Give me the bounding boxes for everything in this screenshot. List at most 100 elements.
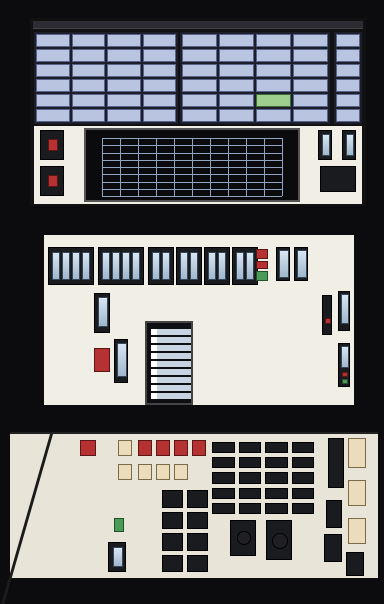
switch-icon[interactable] (291, 487, 314, 499)
list-row[interactable] (151, 361, 191, 367)
knob-icon[interactable] (237, 531, 251, 545)
switch-icon[interactable] (238, 472, 261, 484)
matrix-button[interactable] (256, 94, 291, 107)
switch-icon[interactable] (162, 554, 183, 572)
matrix-button[interactable] (142, 64, 176, 77)
matrix-button[interactable] (293, 79, 328, 92)
matrix-button[interactable] (182, 79, 217, 92)
matrix-button[interactable] (256, 64, 291, 77)
matrix-button[interactable] (107, 109, 141, 122)
matrix-button[interactable] (293, 34, 328, 47)
matrix-button[interactable] (336, 64, 360, 77)
matrix-button[interactable] (182, 34, 217, 47)
switch-icon[interactable] (265, 472, 288, 484)
switch-icon[interactable] (265, 487, 288, 499)
matrix-button[interactable] (142, 94, 176, 107)
knob-icon[interactable] (272, 533, 288, 549)
matrix-button[interactable] (182, 49, 217, 62)
matrix-button[interactable] (293, 49, 328, 62)
list-row[interactable] (151, 329, 191, 335)
matrix-button[interactable] (336, 79, 360, 92)
matrix-button[interactable] (107, 64, 141, 77)
console-selector-1[interactable] (118, 464, 132, 480)
switch-icon[interactable] (212, 442, 235, 454)
matrix-button[interactable] (219, 109, 254, 122)
matrix-button[interactable] (142, 79, 176, 92)
matrix-button[interactable] (336, 34, 360, 47)
matrix-button[interactable] (182, 64, 217, 77)
switch-icon[interactable] (187, 490, 208, 508)
switch-icon[interactable] (291, 442, 314, 454)
matrix-button[interactable] (182, 109, 217, 122)
switch-icon[interactable] (238, 502, 261, 514)
matrix-button[interactable] (107, 79, 141, 92)
status-indicator[interactable] (256, 271, 268, 281)
switch-icon[interactable] (212, 472, 235, 484)
switch-icon[interactable] (212, 487, 235, 499)
matrix-button[interactable] (142, 109, 176, 122)
matrix-button[interactable] (182, 94, 217, 107)
switch-icon[interactable] (162, 511, 183, 529)
matrix-button[interactable] (36, 109, 70, 122)
list-row[interactable] (151, 393, 191, 399)
switch-icon[interactable] (162, 533, 183, 551)
matrix-button[interactable] (219, 79, 254, 92)
matrix-button[interactable] (256, 109, 291, 122)
switch-icon[interactable] (187, 533, 208, 551)
matrix-button[interactable] (36, 34, 70, 47)
matrix-button[interactable] (71, 94, 105, 107)
switch-icon[interactable] (265, 442, 288, 454)
matrix-button[interactable] (256, 79, 291, 92)
alarm-indicator-mid[interactable] (256, 261, 268, 269)
matrix-button[interactable] (336, 49, 360, 62)
matrix-button[interactable] (336, 94, 360, 107)
switch-icon[interactable] (238, 487, 261, 499)
list-row[interactable] (151, 337, 191, 343)
matrix-button[interactable] (36, 79, 70, 92)
matrix-button[interactable] (36, 94, 70, 107)
matrix-button[interactable] (219, 94, 254, 107)
matrix-button[interactable] (71, 64, 105, 77)
matrix-button[interactable] (219, 34, 254, 47)
matrix-button[interactable] (71, 79, 105, 92)
switch-icon[interactable] (291, 472, 314, 484)
matrix-button[interactable] (256, 49, 291, 62)
switch-icon[interactable] (291, 457, 314, 469)
switch-icon[interactable] (162, 490, 183, 508)
matrix-button[interactable] (71, 34, 105, 47)
matrix-button[interactable] (142, 34, 176, 47)
matrix-button[interactable] (293, 64, 328, 77)
list-row[interactable] (151, 385, 191, 391)
switch-icon[interactable] (265, 502, 288, 514)
console-slider[interactable] (108, 542, 126, 572)
switch-icon[interactable] (238, 457, 261, 469)
switch-icon[interactable] (291, 502, 314, 514)
matrix-button[interactable] (36, 64, 70, 77)
switch-icon[interactable] (212, 457, 235, 469)
switch-icon[interactable] (212, 502, 235, 514)
console-green-lamp[interactable] (114, 518, 124, 532)
matrix-button[interactable] (293, 94, 328, 107)
matrix-button[interactable] (107, 49, 141, 62)
matrix-button[interactable] (293, 109, 328, 122)
list-row[interactable] (151, 353, 191, 359)
switch-icon[interactable] (238, 442, 261, 454)
switch-icon[interactable] (265, 457, 288, 469)
matrix-button[interactable] (219, 64, 254, 77)
list-row[interactable] (151, 377, 191, 383)
console-selector-2[interactable] (138, 464, 152, 480)
matrix-button[interactable] (71, 109, 105, 122)
matrix-button[interactable] (336, 109, 360, 122)
console-selector-3[interactable] (156, 464, 170, 480)
matrix-button[interactable] (219, 49, 254, 62)
list-row[interactable] (151, 369, 191, 375)
matrix-button[interactable] (71, 49, 105, 62)
list-row[interactable] (151, 345, 191, 351)
matrix-button[interactable] (256, 34, 291, 47)
matrix-button[interactable] (107, 34, 141, 47)
matrix-button[interactable] (36, 49, 70, 62)
console-selector-4[interactable] (174, 464, 188, 480)
switch-icon[interactable] (187, 511, 208, 529)
switch-icon[interactable] (187, 554, 208, 572)
matrix-button[interactable] (107, 94, 141, 107)
